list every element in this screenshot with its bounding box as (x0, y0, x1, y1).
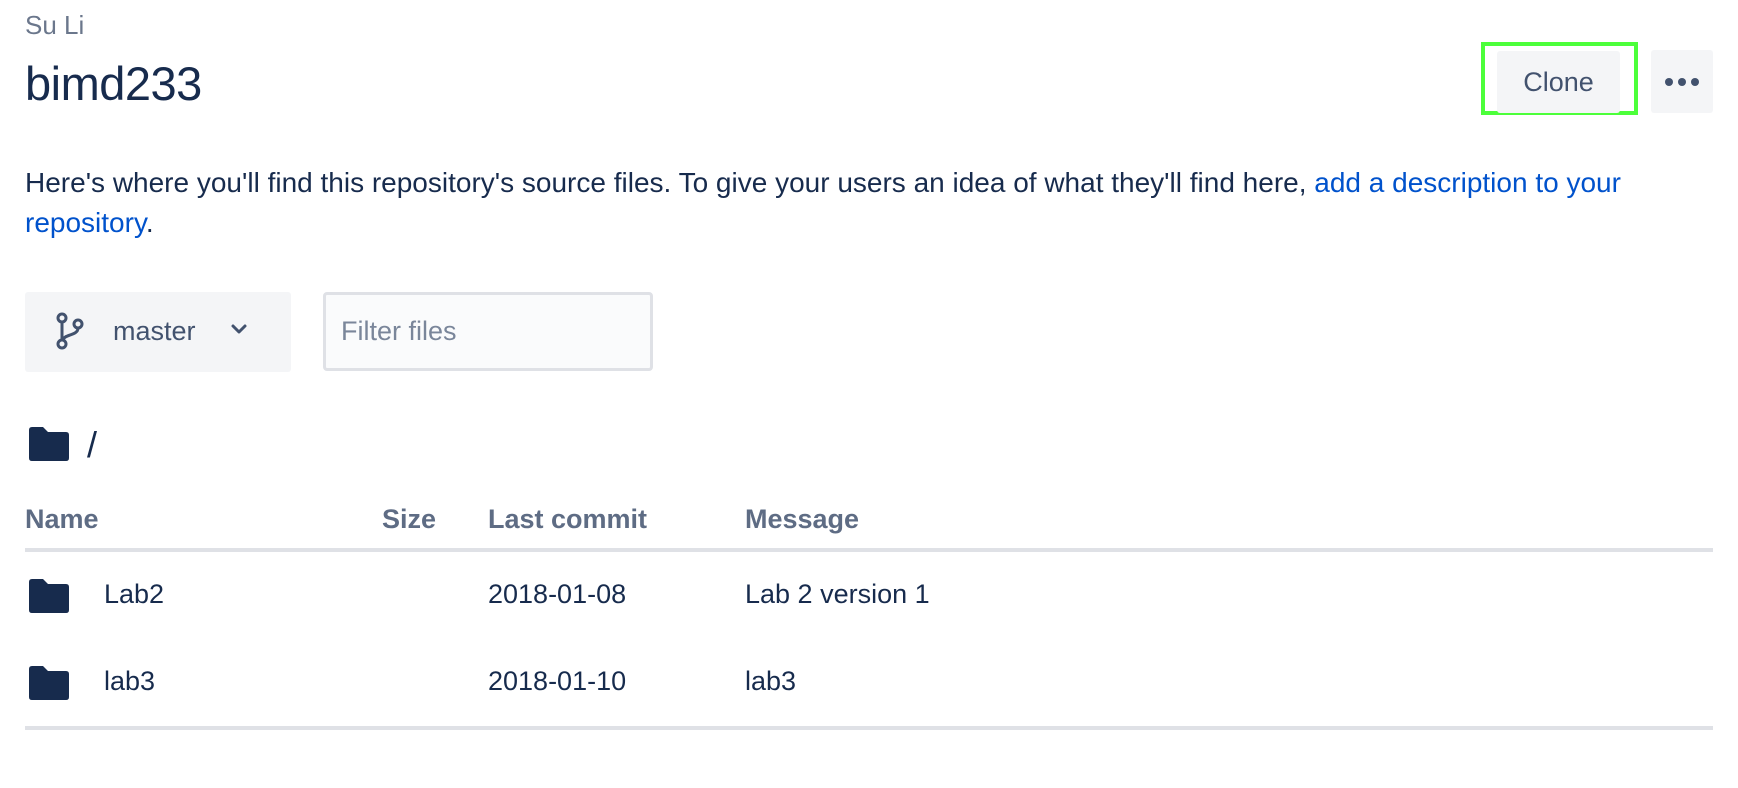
column-header-size[interactable]: Size (382, 502, 436, 536)
column-header-message[interactable]: Message (745, 502, 859, 536)
commit-message: Lab 2 version 1 (745, 579, 930, 609)
folder-icon (29, 579, 69, 613)
folder-icon (29, 427, 69, 461)
last-commit-date: 2018-01-10 (488, 666, 627, 696)
file-table: Name Size Last commit Message Lab2 2018-… (25, 497, 1713, 730)
branch-name: master (113, 316, 196, 346)
folder-icon (29, 666, 69, 700)
clone-button[interactable]: Clone (1497, 51, 1620, 113)
column-header-name[interactable]: Name (25, 502, 99, 536)
file-name-link[interactable]: Lab2 (104, 576, 164, 612)
commit-message: lab3 (745, 666, 797, 696)
file-name-link[interactable]: lab3 (104, 663, 155, 699)
branch-selector[interactable]: master (25, 292, 291, 372)
branch-icon (56, 312, 84, 350)
table-header: Name Size Last commit Message (25, 497, 1713, 552)
page-title: bimd233 (25, 57, 202, 110)
table-row[interactable]: lab3 2018-01-10 lab3 (25, 639, 1713, 730)
last-commit-date: 2018-01-08 (488, 579, 627, 609)
repo-description: Here's where you'll find this repository… (25, 163, 1685, 243)
description-text: Here's where you'll find this repository… (25, 167, 1315, 198)
more-horizontal-icon (1665, 77, 1699, 86)
more-actions-button[interactable] (1651, 50, 1713, 113)
description-suffix: . (145, 207, 154, 238)
filter-files-input[interactable] (323, 292, 653, 371)
table-row[interactable]: Lab2 2018-01-08 Lab 2 version 1 (25, 552, 1713, 639)
chevron-down-icon (231, 324, 247, 334)
repo-owner[interactable]: Su Li (25, 10, 84, 40)
current-path: / (87, 424, 98, 465)
column-header-last-commit[interactable]: Last commit (488, 502, 647, 536)
